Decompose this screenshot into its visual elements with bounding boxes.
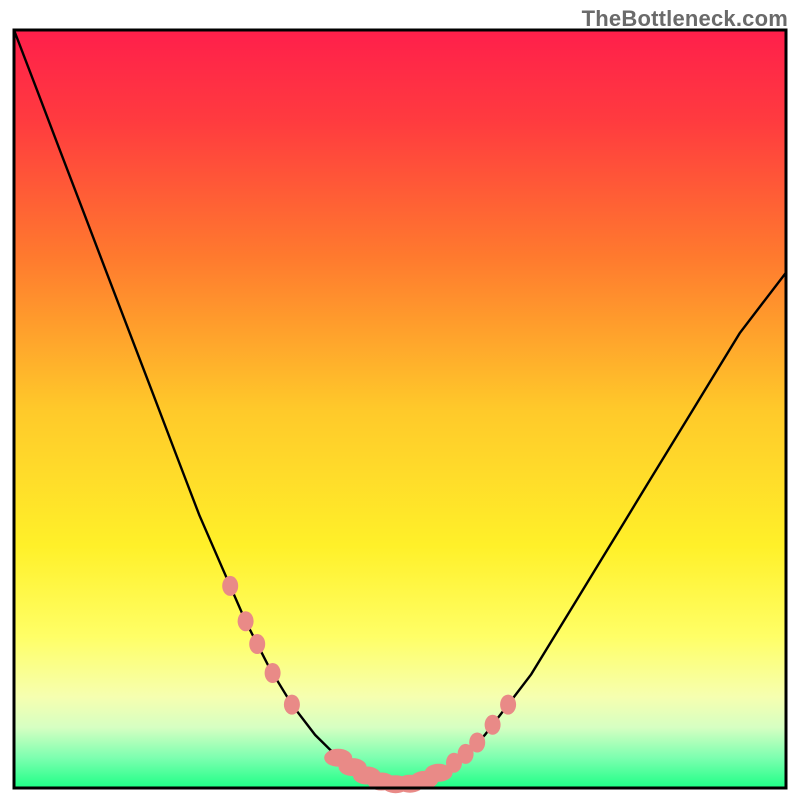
curve-dot xyxy=(500,695,516,715)
curve-dot xyxy=(485,715,501,735)
bottleneck-chart: TheBottleneck.com xyxy=(0,0,800,800)
curve-dot xyxy=(249,634,265,654)
curve-dot xyxy=(469,733,485,753)
curve-dot xyxy=(222,576,238,596)
watermark-text: TheBottleneck.com xyxy=(582,6,788,32)
curve-dot xyxy=(425,764,453,782)
curve-dot xyxy=(284,695,300,715)
plot-background xyxy=(14,30,786,788)
curve-dot xyxy=(265,663,281,683)
curve-dot xyxy=(238,611,254,631)
chart-svg xyxy=(0,0,800,800)
